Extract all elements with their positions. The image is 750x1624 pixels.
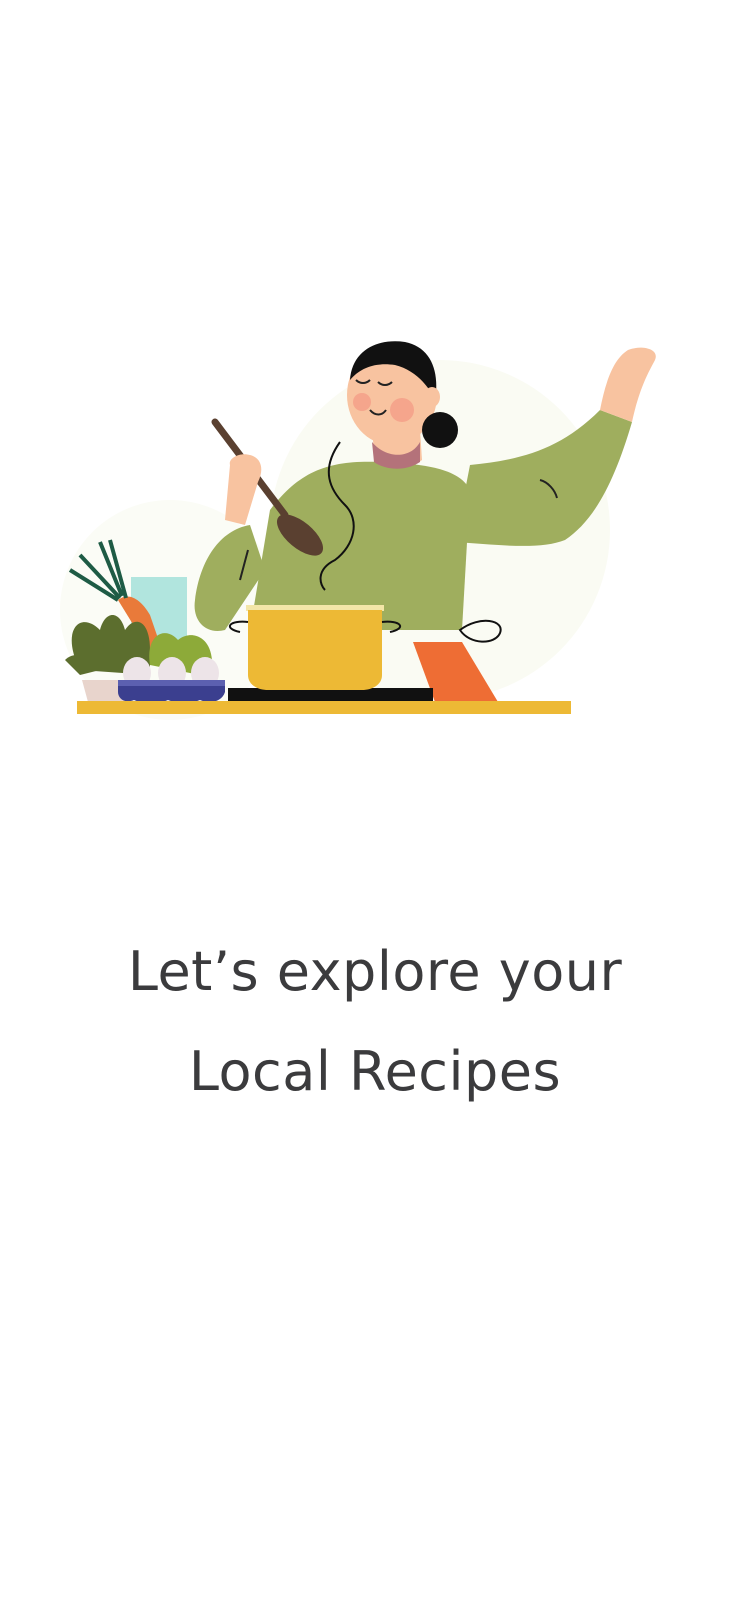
stove xyxy=(228,688,433,702)
onboarding-headline: Let’s explore your Local Recipes xyxy=(0,922,750,1122)
onboarding-screen: Let’s explore your Local Recipes xyxy=(0,0,750,1624)
raised-hand xyxy=(600,347,656,422)
counter xyxy=(77,701,571,714)
spoon-hand xyxy=(225,454,262,525)
headline-line-2: Local Recipes xyxy=(188,1040,562,1103)
cooking-illustration-icon xyxy=(60,341,656,720)
pot xyxy=(248,610,382,690)
headline-line-1: Let’s explore your xyxy=(127,940,623,1003)
